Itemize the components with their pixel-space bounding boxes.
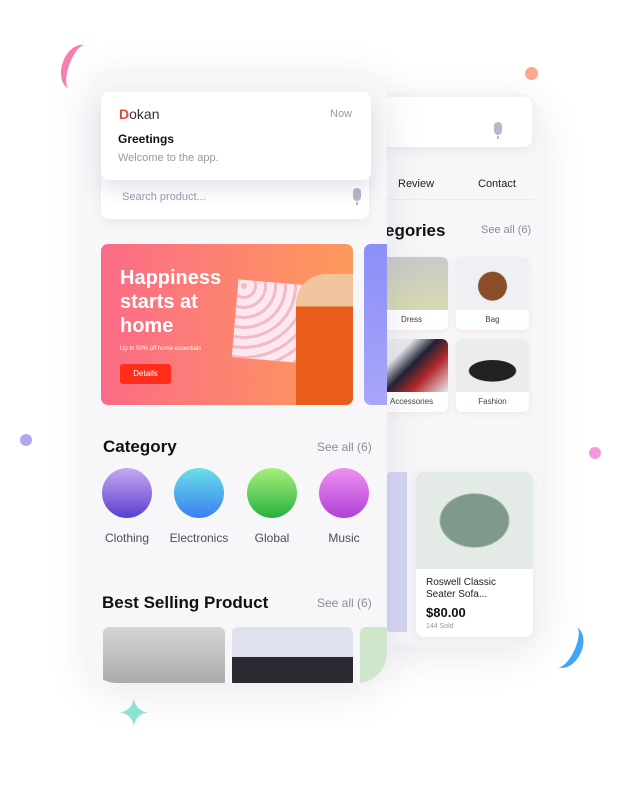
decorative-arc-blue [544,620,590,674]
notification-card[interactable]: Dokan Now Greetings Welcome to the app. [101,92,371,180]
product-card-partial[interactable] [360,627,387,683]
product-sold-count: 144 Sold [426,623,454,630]
microphone-icon[interactable] [494,122,502,139]
see-all-category[interactable]: See all (6) [317,440,372,454]
decorative-dot-pink [589,447,601,459]
tab-review[interactable]: Review [398,178,434,190]
category-clothing-image[interactable] [102,468,152,518]
grid-item-fashion[interactable]: Fashion [456,339,529,412]
app-name: Dokan [119,106,160,122]
promo-banner[interactable]: Happiness starts at home Up to 50% off h… [101,244,353,405]
grid-item-bag[interactable]: Bag [456,257,529,330]
banner-headline: Happiness starts at home [120,267,222,337]
notification-time: Now [330,108,353,120]
category-title: Category [103,437,177,456]
banner-subtext: Up to 50% off home essentials [120,346,202,352]
notification-title: Greetings [118,132,175,146]
product-image [416,472,533,569]
product-price: $80.00 [426,605,466,620]
back-search-bar[interactable] [365,97,532,147]
search-input[interactable]: Search product... [122,191,206,203]
product-name: Roswell Classic Seater Sofa... [426,577,497,600]
tab-contact[interactable]: Contact [478,178,516,190]
product-card-woman[interactable] [103,627,225,683]
notification-message: Welcome to the app. [118,152,219,164]
category-label-clothing[interactable]: Clothing [87,531,167,545]
microphone-icon[interactable] [353,188,361,205]
decorative-star-teal: ✦ [117,692,151,736]
see-all-categories[interactable]: See all (6) [481,224,531,236]
best-selling-title: Best Selling Product [102,593,269,612]
category-global-image[interactable] [247,468,297,518]
product-card-man[interactable] [232,627,353,683]
category-music-image[interactable] [319,468,369,518]
next-banner-partial[interactable] [364,244,387,405]
see-all-best-selling[interactable]: See all (6) [317,596,372,610]
decorative-dot-purple [20,434,32,446]
details-button[interactable]: Details [120,364,171,384]
product-card-sofa[interactable]: Roswell Classic Seater Sofa... $80.00 14… [416,472,533,637]
categories-title: egories [385,221,446,240]
banner-image-shopping-bag [231,279,303,363]
decorative-dot-orange [525,67,538,80]
category-label-global[interactable]: Global [232,531,312,545]
back-phone-screen: Review Contact egories See all (6) Dress… [365,92,543,645]
category-label-electronics[interactable]: Electronics [159,531,239,545]
product-card-partial[interactable] [385,472,407,632]
dokan-logo: Dokan [119,106,159,122]
banner-image-person [296,274,353,405]
category-electronics-image[interactable] [174,468,224,518]
category-label-music[interactable]: Music [304,531,384,545]
tabs-divider [365,199,533,200]
